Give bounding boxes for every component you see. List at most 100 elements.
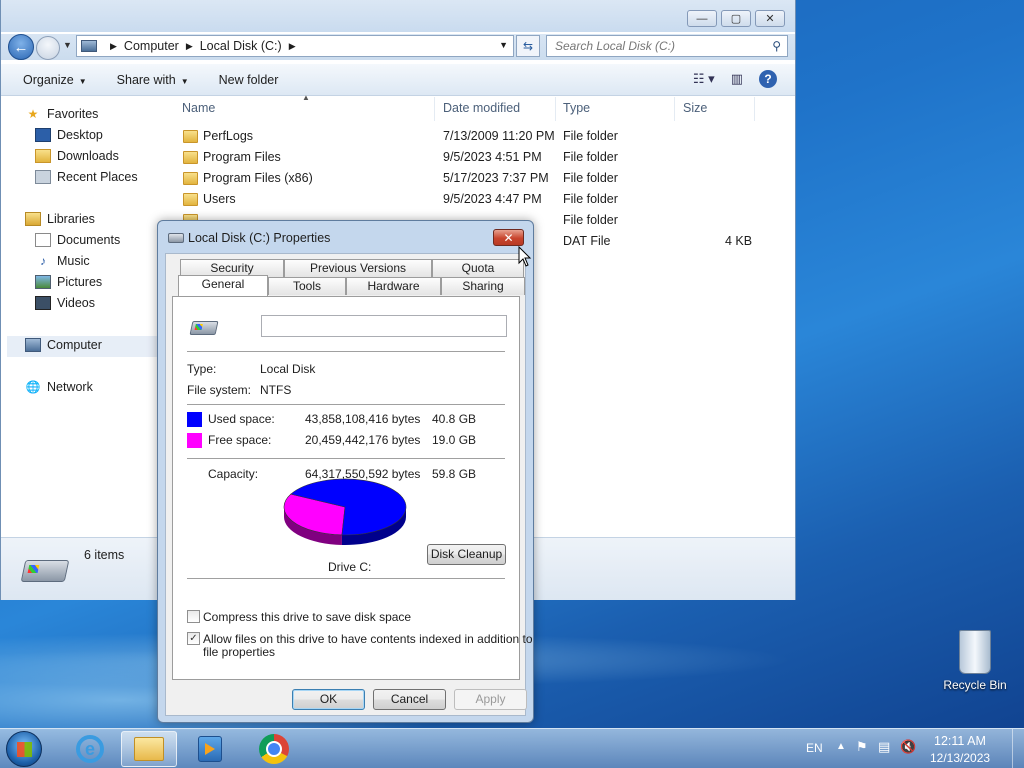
- properties-dialog: Local Disk (C:) Properties ✕ Security Pr…: [157, 220, 534, 723]
- file-name: PerfLogs: [203, 129, 254, 143]
- tab-previous-versions[interactable]: Previous Versions: [284, 259, 432, 277]
- forward-button[interactable]: [36, 36, 60, 60]
- address-dropdown-icon[interactable]: ▼: [499, 40, 508, 50]
- dropdown-arrow-icon: ▼: [78, 76, 87, 86]
- column-divider[interactable]: [754, 97, 755, 121]
- recent-places-icon: [35, 170, 51, 184]
- libraries-icon: [25, 212, 41, 226]
- column-header-size[interactable]: Size: [683, 101, 707, 115]
- file-row[interactable]: PerfLogs 7/13/2009 11:20 PM File folder: [183, 127, 783, 147]
- address-bar[interactable]: ▶ Computer ▶ Local Disk (C:) ▶ ▼: [76, 35, 514, 57]
- close-button[interactable]: ✕: [755, 10, 785, 27]
- organize-button[interactable]: Organize ▼: [23, 73, 87, 87]
- refresh-button[interactable]: ⇆: [516, 35, 540, 57]
- clock-date[interactable]: 12/13/2023: [930, 751, 990, 765]
- file-row[interactable]: Users 9/5/2023 4:47 PM File folder: [183, 190, 783, 210]
- taskbar-media-player[interactable]: [182, 731, 238, 767]
- maximize-button[interactable]: ▢: [721, 10, 751, 27]
- sidebar-item-network[interactable]: 🌐 Network: [25, 380, 93, 394]
- language-indicator[interactable]: EN: [806, 741, 823, 755]
- clock-time[interactable]: 12:11 AM: [934, 734, 986, 748]
- tab-general[interactable]: General: [178, 275, 268, 296]
- network-status-icon[interactable]: ▤: [878, 739, 890, 755]
- navigation-pane: ★ Favorites Desktop Downloads Recent Plac…: [1, 97, 161, 537]
- sidebar-item-documents[interactable]: Documents: [35, 233, 120, 247]
- recycle-bin[interactable]: Recycle Bin: [942, 630, 1008, 692]
- general-tab-panel: Type: Local Disk File system: NTFS Used …: [172, 296, 533, 680]
- show-hidden-icons[interactable]: ▲: [836, 741, 846, 752]
- taskbar-chrome[interactable]: [246, 731, 302, 767]
- view-options-icon[interactable]: ☷ ▾: [693, 71, 715, 87]
- cancel-button[interactable]: Cancel: [373, 689, 446, 710]
- breadcrumb-computer[interactable]: Computer: [124, 39, 179, 53]
- file-row[interactable]: Program Files (x86) 5/17/2023 7:37 PM Fi…: [183, 169, 783, 189]
- column-header-name[interactable]: Name: [182, 101, 215, 115]
- sidebar-item-videos[interactable]: Videos: [35, 296, 95, 310]
- search-input[interactable]: Search Local Disk (C:) ⚲: [546, 35, 788, 57]
- ok-button[interactable]: OK: [292, 689, 365, 710]
- close-icon: ✕: [503, 230, 514, 245]
- volume-muted-icon[interactable]: 🔇: [900, 739, 916, 755]
- disk-usage-pie-chart: [283, 478, 407, 545]
- tab-quota[interactable]: Quota: [432, 259, 524, 277]
- explorer-titlebar: — ▢ ✕: [1, 0, 795, 32]
- disk-cleanup-button[interactable]: Disk Cleanup: [427, 544, 506, 565]
- desktop-icon: [35, 128, 51, 142]
- start-button[interactable]: [6, 731, 42, 767]
- column-header-date[interactable]: Date modified: [443, 101, 520, 115]
- close-button[interactable]: ✕: [493, 229, 524, 246]
- index-label-line2: file properties: [203, 645, 276, 659]
- crumb-separator-icon[interactable]: ▶: [289, 41, 296, 52]
- sidebar-item-pictures[interactable]: Pictures: [35, 275, 102, 289]
- pictures-icon: [35, 275, 51, 289]
- volume-label-input[interactable]: [261, 315, 507, 337]
- file-type: DAT File: [563, 234, 611, 248]
- taskbar-windows-explorer[interactable]: [121, 731, 177, 767]
- crumb-separator-icon[interactable]: ▶: [110, 41, 117, 52]
- videos-icon: [35, 296, 51, 310]
- sidebar-item-downloads[interactable]: Downloads: [35, 149, 119, 163]
- crumb-separator-icon[interactable]: ▶: [186, 41, 193, 52]
- free-space-bytes: 20,459,442,176 bytes: [305, 433, 421, 447]
- file-name: Program Files (x86): [203, 171, 313, 185]
- action-center-icon[interactable]: ⚑: [856, 739, 868, 755]
- system-tray: EN ▲ ⚑ ▤ 🔇 12:11 AM 12/13/2023: [804, 729, 1024, 768]
- sidebar-item-favorites[interactable]: ★ Favorites: [25, 107, 99, 121]
- media-player-icon: [198, 736, 222, 762]
- sidebar-item-desktop[interactable]: Desktop: [35, 128, 103, 142]
- tab-sharing[interactable]: Sharing: [441, 277, 525, 295]
- capacity-label: Capacity:: [208, 467, 259, 481]
- sidebar-item-libraries[interactable]: Libraries: [25, 212, 95, 226]
- breadcrumb-local-disk[interactable]: Local Disk (C:): [200, 39, 282, 53]
- column-divider[interactable]: [434, 97, 435, 121]
- minimize-button[interactable]: —: [687, 10, 717, 27]
- tab-tools[interactable]: Tools: [268, 277, 346, 295]
- taskbar-internet-explorer[interactable]: e: [62, 731, 118, 767]
- dialog-title: Local Disk (C:) Properties: [188, 231, 331, 245]
- column-divider[interactable]: [555, 97, 556, 121]
- dropdown-arrow-icon: ▼: [180, 76, 189, 86]
- back-button[interactable]: ←: [8, 34, 34, 60]
- sidebar-item-music[interactable]: ♪ Music: [35, 254, 90, 268]
- file-date: 9/5/2023 4:51 PM: [443, 150, 542, 164]
- sidebar-item-recent-places[interactable]: Recent Places: [35, 170, 138, 184]
- column-divider[interactable]: [674, 97, 675, 121]
- index-checkbox[interactable]: ✓: [187, 632, 200, 645]
- file-date: 5/17/2023 7:37 PM: [443, 171, 549, 185]
- recent-pages-dropdown[interactable]: ▼: [63, 40, 72, 50]
- file-row[interactable]: Program Files 9/5/2023 4:51 PM File fold…: [183, 148, 783, 168]
- new-folder-button[interactable]: New folder: [219, 73, 279, 87]
- drive-icon: [168, 233, 184, 243]
- sidebar-item-computer[interactable]: Computer: [25, 338, 102, 352]
- column-header-type[interactable]: Type: [563, 101, 590, 115]
- apply-button[interactable]: Apply: [454, 689, 527, 710]
- share-with-button[interactable]: Share with ▼: [117, 73, 189, 87]
- compress-checkbox[interactable]: [187, 610, 200, 623]
- used-space-label: Used space:: [208, 412, 275, 426]
- show-desktop-button[interactable]: [1012, 729, 1024, 768]
- tab-hardware[interactable]: Hardware: [346, 277, 441, 295]
- star-icon: ★: [27, 107, 39, 121]
- downloads-icon: [35, 149, 51, 163]
- preview-pane-icon[interactable]: ▥: [731, 71, 743, 87]
- help-icon[interactable]: ?: [759, 70, 777, 88]
